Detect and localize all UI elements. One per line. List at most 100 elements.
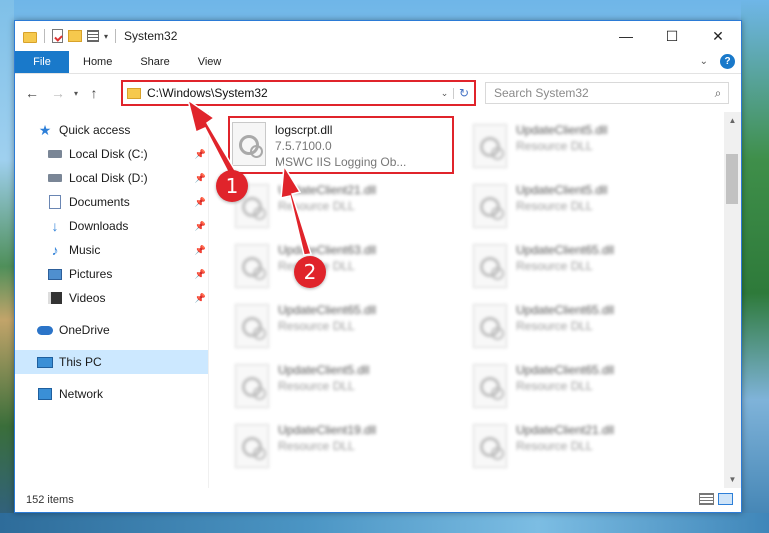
- close-button[interactable]: ✕: [695, 21, 741, 51]
- file-item[interactable]: UpdateClient5.dll Resource DLL: [231, 358, 461, 416]
- sidebar-item-music[interactable]: ♪ Music 📌: [15, 238, 208, 262]
- address-dropdown-icon[interactable]: ⌄: [436, 87, 454, 99]
- sidebar-item-label: Local Disk (D:): [69, 171, 148, 185]
- maximize-button[interactable]: ☐: [649, 21, 695, 51]
- details-view-icon[interactable]: [699, 493, 714, 505]
- customize-toolbar-icon[interactable]: ▾: [104, 32, 108, 41]
- file-description: MSWC IIS Logging Ob...: [275, 155, 407, 169]
- file-name: UpdateClient21.dll: [516, 423, 615, 437]
- file-item[interactable]: UpdateClient65.dll Resource DLL: [231, 298, 461, 356]
- vertical-scrollbar[interactable]: ▲ ▼: [724, 112, 741, 488]
- file-name: UpdateClient65.dll: [516, 303, 615, 317]
- sidebar-item-label: This PC: [59, 355, 102, 369]
- sidebar-item-videos[interactable]: Videos 📌: [15, 286, 208, 310]
- forward-arrow-icon[interactable]: →: [47, 85, 69, 101]
- file-item[interactable]: UpdateClient5.dll Resource DLL: [469, 178, 699, 236]
- file-item-text: UpdateClient63.dll Resource DLL: [278, 242, 376, 274]
- file-description: Resource DLL: [278, 439, 355, 453]
- file-description: Resource DLL: [278, 259, 355, 273]
- search-box[interactable]: Search System32 ⌕: [485, 82, 729, 104]
- dll-file-icon: [473, 304, 507, 348]
- address-path[interactable]: C:\Windows\System32: [147, 86, 436, 100]
- folder-icon: [23, 31, 37, 43]
- file-description: Resource DLL: [516, 139, 593, 153]
- dll-file-icon: [235, 244, 269, 288]
- search-input[interactable]: Search System32: [494, 86, 708, 100]
- pin-icon[interactable]: 📌: [195, 173, 206, 184]
- file-description: Resource DLL: [516, 319, 593, 333]
- scrollbar-thumb[interactable]: [726, 154, 738, 204]
- folder-icon: [127, 87, 141, 99]
- file-item-text: UpdateClient65.dll Resource DLL: [516, 242, 614, 274]
- file-item[interactable]: UpdateClient21.dll Resource DLL: [469, 418, 699, 476]
- file-item-text: UpdateClient5.dll Resource DLL: [278, 362, 369, 394]
- onedrive-icon: [37, 323, 53, 337]
- sidebar-item-documents[interactable]: Documents 📌: [15, 190, 208, 214]
- sidebar-item-quick-access[interactable]: ★ Quick access: [15, 118, 208, 142]
- file-item-text: UpdateClient21.dll Resource DLL: [278, 182, 376, 214]
- search-icon[interactable]: ⌕: [708, 86, 728, 101]
- sidebar-item-onedrive[interactable]: OneDrive: [15, 318, 208, 342]
- pin-icon[interactable]: 📌: [195, 293, 206, 304]
- navigation-bar: ← → ▾ ↑ C:\Windows\System32 ⌄ ↻ Search S…: [15, 74, 741, 112]
- back-arrow-icon[interactable]: ←: [21, 85, 43, 101]
- pin-icon[interactable]: 📌: [195, 269, 206, 280]
- tab-view[interactable]: View: [184, 51, 236, 73]
- help-icon[interactable]: ?: [720, 54, 735, 69]
- toolbar-separator: [44, 29, 45, 43]
- file-item-logscrpt[interactable]: logscrpt.dll 7.5.7100.0 MSWC IIS Logging…: [228, 116, 454, 174]
- file-item[interactable]: UpdateClient5.dll Resource DLL: [469, 118, 699, 176]
- sidebar-item-network[interactable]: Network: [15, 382, 208, 406]
- scroll-up-icon[interactable]: ▲: [724, 112, 741, 129]
- file-name: UpdateClient63.dll: [278, 243, 377, 257]
- file-name: logscrpt.dll: [275, 123, 333, 137]
- file-item[interactable]: UpdateClient21.dll Resource DLL: [231, 178, 461, 236]
- sidebar-item-local-disk-c[interactable]: Local Disk (C:) 📌: [15, 142, 208, 166]
- pin-icon[interactable]: 📌: [195, 221, 206, 232]
- refresh-icon[interactable]: ↻: [454, 86, 474, 100]
- sidebar-item-label: Downloads: [69, 219, 129, 233]
- file-item[interactable]: UpdateClient65.dll Resource DLL: [469, 298, 699, 356]
- view-switcher: [699, 493, 733, 505]
- tab-home[interactable]: Home: [69, 51, 126, 73]
- expand-ribbon-icon[interactable]: ⌄: [700, 56, 708, 67]
- up-arrow-icon[interactable]: ↑: [83, 85, 105, 101]
- file-item[interactable]: UpdateClient65.dll Resource DLL: [469, 358, 699, 416]
- navigation-pane: ★ Quick access Local Disk (C:) 📌 Local D…: [15, 112, 209, 488]
- file-name: UpdateClient5.dll: [516, 123, 608, 137]
- sidebar-item-local-disk-d[interactable]: Local Disk (D:) 📌: [15, 166, 208, 190]
- file-item-text: logscrpt.dll 7.5.7100.0 MSWC IIS Logging…: [275, 122, 406, 170]
- item-count: 152 items: [26, 494, 74, 506]
- sidebar-item-downloads[interactable]: ↓ Downloads 📌: [15, 214, 208, 238]
- file-item[interactable]: UpdateClient19.dll Resource DLL: [231, 418, 461, 476]
- file-item-text: UpdateClient5.dll Resource DLL: [516, 182, 607, 214]
- properties-icon[interactable]: [52, 29, 63, 43]
- pin-icon[interactable]: 📌: [195, 197, 206, 208]
- pin-icon[interactable]: 📌: [195, 149, 206, 160]
- address-bar[interactable]: C:\Windows\System32 ⌄ ↻: [121, 80, 476, 106]
- new-folder-icon[interactable]: [68, 30, 82, 42]
- file-description: Resource DLL: [278, 379, 355, 393]
- tab-file[interactable]: File: [15, 51, 69, 73]
- sidebar-item-this-pc[interactable]: This PC: [15, 350, 208, 374]
- window-controls: — ☐ ✕: [603, 21, 741, 51]
- sidebar-item-pictures[interactable]: Pictures 📌: [15, 262, 208, 286]
- minimize-button[interactable]: —: [603, 21, 649, 51]
- disk-icon: [47, 147, 63, 161]
- file-description: Resource DLL: [278, 199, 355, 213]
- file-name: UpdateClient65.dll: [516, 243, 615, 257]
- sidebar-item-label: Music: [69, 243, 101, 257]
- file-item[interactable]: UpdateClient65.dll Resource DLL: [469, 238, 699, 296]
- large-icons-view-icon[interactable]: [718, 493, 733, 505]
- documents-icon: [47, 195, 63, 209]
- scroll-down-icon[interactable]: ▼: [724, 471, 741, 488]
- file-item[interactable]: UpdateClient63.dll Resource DLL: [231, 238, 461, 296]
- pin-icon[interactable]: 📌: [195, 245, 206, 256]
- dll-file-icon: [473, 184, 507, 228]
- recent-locations-icon[interactable]: ▾: [69, 89, 83, 98]
- view-options-icon[interactable]: [87, 30, 99, 42]
- desktop-wallpaper-bottom: [0, 513, 769, 533]
- tab-share[interactable]: Share: [126, 51, 183, 73]
- star-icon: ★: [38, 121, 52, 138]
